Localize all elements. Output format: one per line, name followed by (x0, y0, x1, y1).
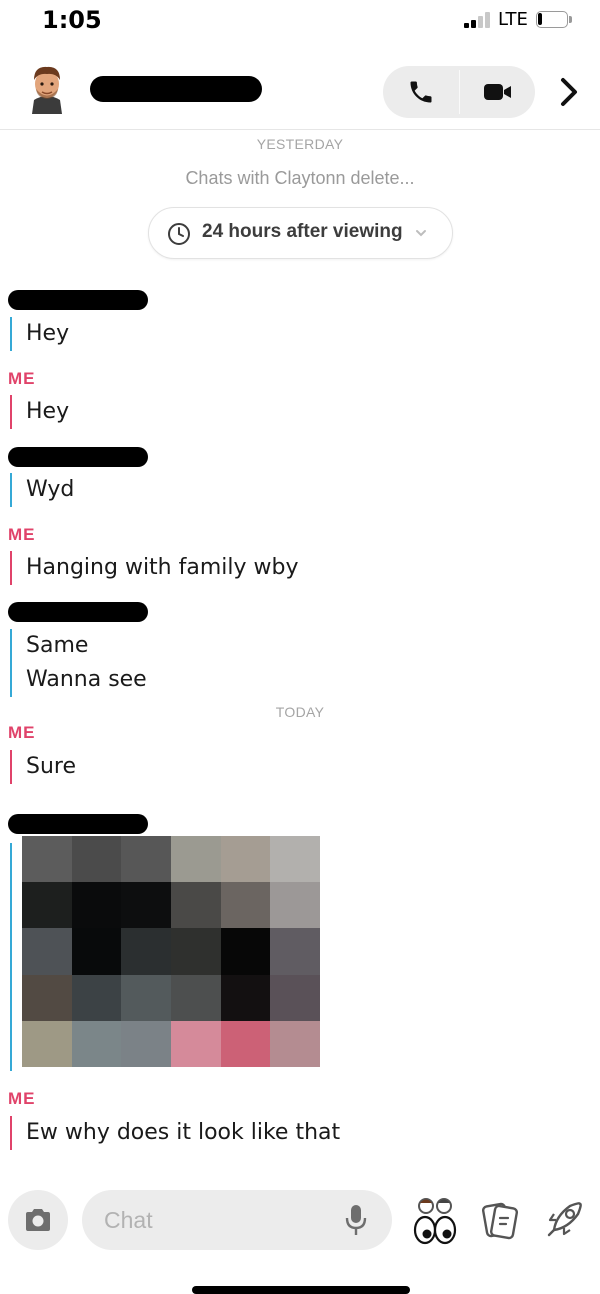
home-indicator (192, 1286, 410, 1294)
battery-level (538, 13, 542, 25)
sender-label-me: ME (8, 723, 36, 742)
message-text: Same (26, 633, 89, 658)
sender-label-redacted: CLAYTONN (8, 447, 148, 467)
video-call-button[interactable] (460, 66, 536, 118)
contact-name[interactable]: Claytonn (90, 76, 262, 102)
media-pixel (121, 928, 171, 975)
chevron-down-icon (416, 230, 426, 237)
media-pixel (22, 882, 72, 929)
media-pixel (270, 1020, 320, 1067)
microphone-icon[interactable] (344, 1203, 368, 1237)
media-pixel (171, 836, 221, 883)
media-pixel (71, 974, 122, 1021)
chevron-right-icon[interactable] (556, 74, 582, 110)
media-pixel (220, 836, 271, 883)
media-pixel (171, 1020, 221, 1067)
message-bubble[interactable]: Ew why does it look like that (10, 1116, 340, 1150)
message-text: Hey (26, 399, 70, 424)
media-pixel (22, 974, 72, 1021)
video-camera-icon (484, 84, 511, 100)
media-message-rail (10, 843, 12, 1071)
sender-label-redacted: CLAYTONN (8, 602, 148, 622)
message-bubble[interactable]: Hanging with family wby (10, 551, 299, 585)
media-pixel (220, 882, 271, 929)
message-text: Hanging with family wby (26, 555, 299, 580)
call-controls (383, 66, 535, 118)
message-text: Wyd (26, 477, 75, 502)
message-bubble[interactable]: Hey (10, 395, 69, 429)
media-pixel (171, 928, 221, 975)
media-pixel (71, 836, 122, 883)
message-text: Sure (26, 754, 77, 779)
message-bubble[interactable]: Wyd (10, 473, 74, 507)
media-pixel (121, 1020, 171, 1067)
media-pixel (22, 928, 72, 975)
bitmoji-avatar[interactable] (22, 62, 72, 114)
sender-label-me: ME (8, 525, 36, 544)
message-bubble[interactable]: Same Wanna see (10, 629, 147, 697)
sender-label-redacted: CLAYTONN (8, 814, 148, 834)
sticker-icon[interactable] (480, 1200, 520, 1242)
media-pixel (270, 974, 320, 1021)
network-type: LTE (498, 9, 528, 30)
phone-icon (410, 81, 432, 103)
media-pixel (220, 1020, 271, 1067)
status-time: 1:05 (42, 6, 102, 34)
media-pixel (71, 882, 122, 929)
retention-notice[interactable]: Chats with Claytonn delete... (0, 168, 600, 189)
media-pixel (22, 1020, 72, 1067)
status-bar: 1:05 LTE (0, 0, 600, 44)
message-text: Ew why does it look like that (26, 1120, 341, 1145)
media-pixel (121, 836, 171, 883)
media-pixel (270, 882, 320, 929)
message-bubble[interactable]: Sure (10, 750, 76, 784)
media-pixel (220, 928, 271, 975)
chat-input-bar (0, 1180, 600, 1260)
rocket-icon[interactable] (544, 1198, 586, 1240)
media-pixel (270, 928, 320, 975)
signal-strength-icon (464, 12, 492, 28)
sender-label-me: ME (8, 369, 36, 388)
media-pixel (270, 836, 320, 883)
expiry-setting-label: 24 hours after viewing (202, 221, 403, 242)
battery-icon (536, 11, 568, 28)
message-text: Hey (26, 321, 70, 346)
media-pixel (121, 974, 171, 1021)
camera-button[interactable] (8, 1190, 68, 1250)
sender-label-me: ME (8, 1089, 36, 1108)
chat-header: Claytonn (0, 56, 600, 130)
media-pixel (220, 974, 271, 1021)
media-pixel (22, 836, 72, 883)
expiry-setting-button[interactable]: 24 hours after viewing (148, 207, 453, 259)
bitmoji-icon[interactable] (412, 1194, 458, 1246)
day-label-today: TODAY (275, 704, 325, 720)
media-pixel (171, 882, 221, 929)
camera-icon (26, 1209, 50, 1231)
message-text: Wanna see (26, 667, 147, 692)
pixelated-image[interactable] (22, 836, 320, 1067)
battery-tip (569, 16, 572, 23)
clock-icon (168, 223, 190, 245)
sender-label-redacted: CLAYTONN (8, 290, 148, 310)
media-pixel (121, 882, 171, 929)
audio-call-button[interactable] (383, 66, 459, 118)
media-pixel (71, 928, 122, 975)
media-pixel (71, 1020, 122, 1067)
message-bubble[interactable]: Hey (10, 317, 69, 351)
day-label-yesterday: YESTERDAY (256, 136, 344, 152)
media-pixel (171, 974, 221, 1021)
